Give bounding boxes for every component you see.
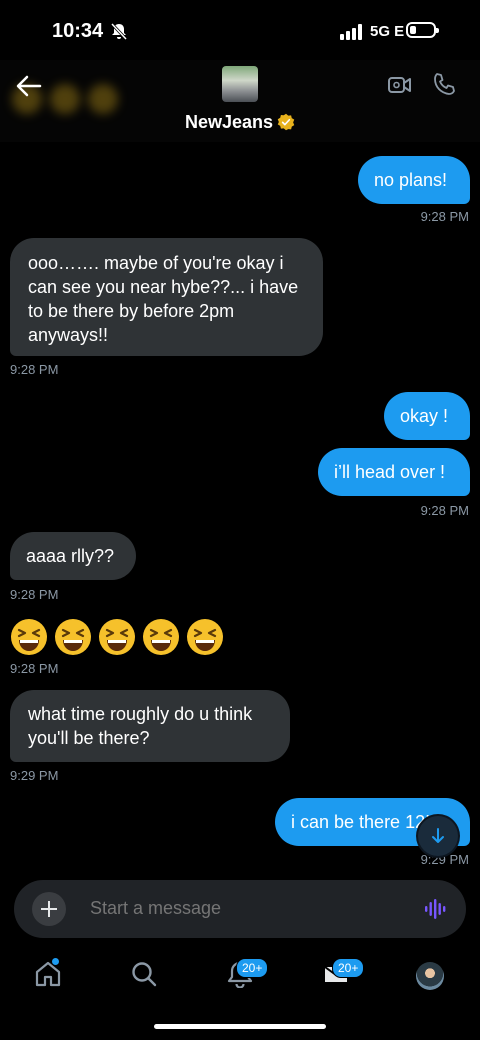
notifications-badge: 20+ [236,958,269,978]
message-incoming[interactable]: ooo……. maybe of you're okay i can see yo… [10,238,323,356]
grinning-squinting-face-icon [11,619,47,655]
add-media-button[interactable] [32,892,66,926]
message-timestamp: 9:28 PM [10,362,59,377]
message-timestamp: 9:28 PM [10,661,59,676]
back-arrow-icon[interactable] [14,74,42,98]
grinning-squinting-face-icon [143,619,179,655]
phone-icon[interactable] [432,72,456,96]
home-icon[interactable] [34,960,62,988]
new-content-dot [52,958,59,965]
message-outgoing[interactable]: okay ! [384,392,470,440]
grinning-squinting-face-icon [55,619,91,655]
messages-badge: 20+ [332,958,365,978]
emoji-message[interactable] [10,618,224,656]
message-input[interactable] [88,897,392,920]
chat-title-text: NewJeans [184,112,274,132]
message-timestamp: 9:29 PM [10,768,59,783]
chat-title[interactable]: NewJeans [0,112,480,133]
message-incoming[interactable]: aaaa rlly?? [10,532,136,580]
arrow-down-icon [432,828,444,843]
network-type: 5G E [370,23,405,40]
home-indicator [154,1024,326,1029]
conversation-header: NewJeans [0,60,480,142]
search-icon[interactable] [130,960,158,988]
grinning-squinting-face-icon [99,619,135,655]
message-timestamp: 9:28 PM [10,587,59,602]
voice-message-icon[interactable] [424,898,448,920]
signal-icon [340,24,362,40]
video-call-icon[interactable] [388,74,412,96]
message-outgoing[interactable]: i’ll head over ! [318,448,470,496]
message-timestamp: 9:28 PM [420,503,469,518]
battery-icon [406,22,439,38]
message-outgoing[interactable]: no plans! [358,156,470,204]
bell-muted-icon [110,22,128,40]
clock: 10:34 [52,20,104,42]
message-composer [14,880,466,938]
scroll-to-bottom-button[interactable] [418,816,458,856]
group-avatar[interactable] [222,66,258,102]
verified-badge-icon [277,113,295,131]
message-incoming[interactable]: what time roughly do u think you'll be t… [10,690,290,762]
message-timestamp: 9:28 PM [420,209,469,224]
status-bar: 10:34 5G E [0,0,480,60]
grinning-squinting-face-icon [187,619,223,655]
profile-avatar[interactable] [416,962,444,990]
